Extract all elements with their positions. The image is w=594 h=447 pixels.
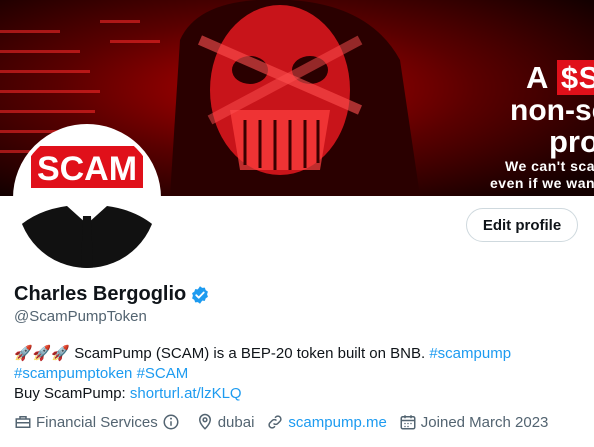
location-pin-icon [198,413,211,430]
edit-profile-button[interactable]: Edit profile [466,208,578,242]
bio-link[interactable]: shorturl.at/lzKLQ [130,385,242,402]
link-icon [268,415,283,429]
hashtag-scampump[interactable]: #scampump [429,345,511,362]
website-link[interactable]: scampump.me [288,414,386,431]
profile-meta: Financial Services dubai scampump.me Joi… [14,413,560,431]
banner-line-3: project! [549,124,594,159]
joined-label: Joined March 2023 [420,413,549,431]
bio-line-3: Buy ScamPump: shorturl.at/lzKLQ [14,384,584,404]
user-handle: @ScamPumpToken [14,308,147,325]
hashtag-scam[interactable]: #SCAM [137,365,189,382]
banner-line-1a: A [526,60,548,95]
avatar-image: SCAM [17,128,157,268]
bio-text: ScamPump (SCAM) is a BEP-20 token built … [70,345,430,362]
briefcase-icon [15,416,31,428]
avatar-text: SCAM [37,150,137,188]
hashtag-scampumptoken[interactable]: #scampumptoken [14,365,132,382]
bio-buy-text: Buy ScamPump: [14,385,130,402]
profile-bio: 🚀🚀🚀 ScamPump (SCAM) is a BEP-20 token bu… [14,344,584,404]
display-name: Charles Bergoglio [14,283,187,305]
banner-line-1b: $SCAM [556,60,594,95]
meta-category: Financial Services [14,413,184,431]
info-icon[interactable] [162,413,180,431]
category-label: Financial Services [36,413,158,431]
calendar-icon [400,415,416,430]
meta-joined: Joined March 2023 [399,413,549,431]
meta-website: scampump.me [266,413,387,431]
banner-line-4: We can't scam you [505,158,594,174]
rocket-emoji: 🚀🚀🚀 [14,345,71,362]
avatar[interactable]: SCAM [13,124,161,272]
banner-line-1: A $SCAM [526,60,594,96]
bio-line-2: #scampumptoken #SCAM [14,364,584,384]
banner-line-2: non-scam [510,94,594,127]
name-row: Charles Bergoglio [14,283,210,306]
banner-line-5: even if we wanted to [490,175,594,191]
verified-badge-icon[interactable] [190,285,210,305]
bio-line-1: 🚀🚀🚀 ScamPump (SCAM) is a BEP-20 token bu… [14,344,584,364]
location-label: dubai [217,413,255,431]
banner-slogan: A $SCAM non-scam project! We can't scam … [354,0,594,196]
meta-location: dubai [196,413,255,431]
